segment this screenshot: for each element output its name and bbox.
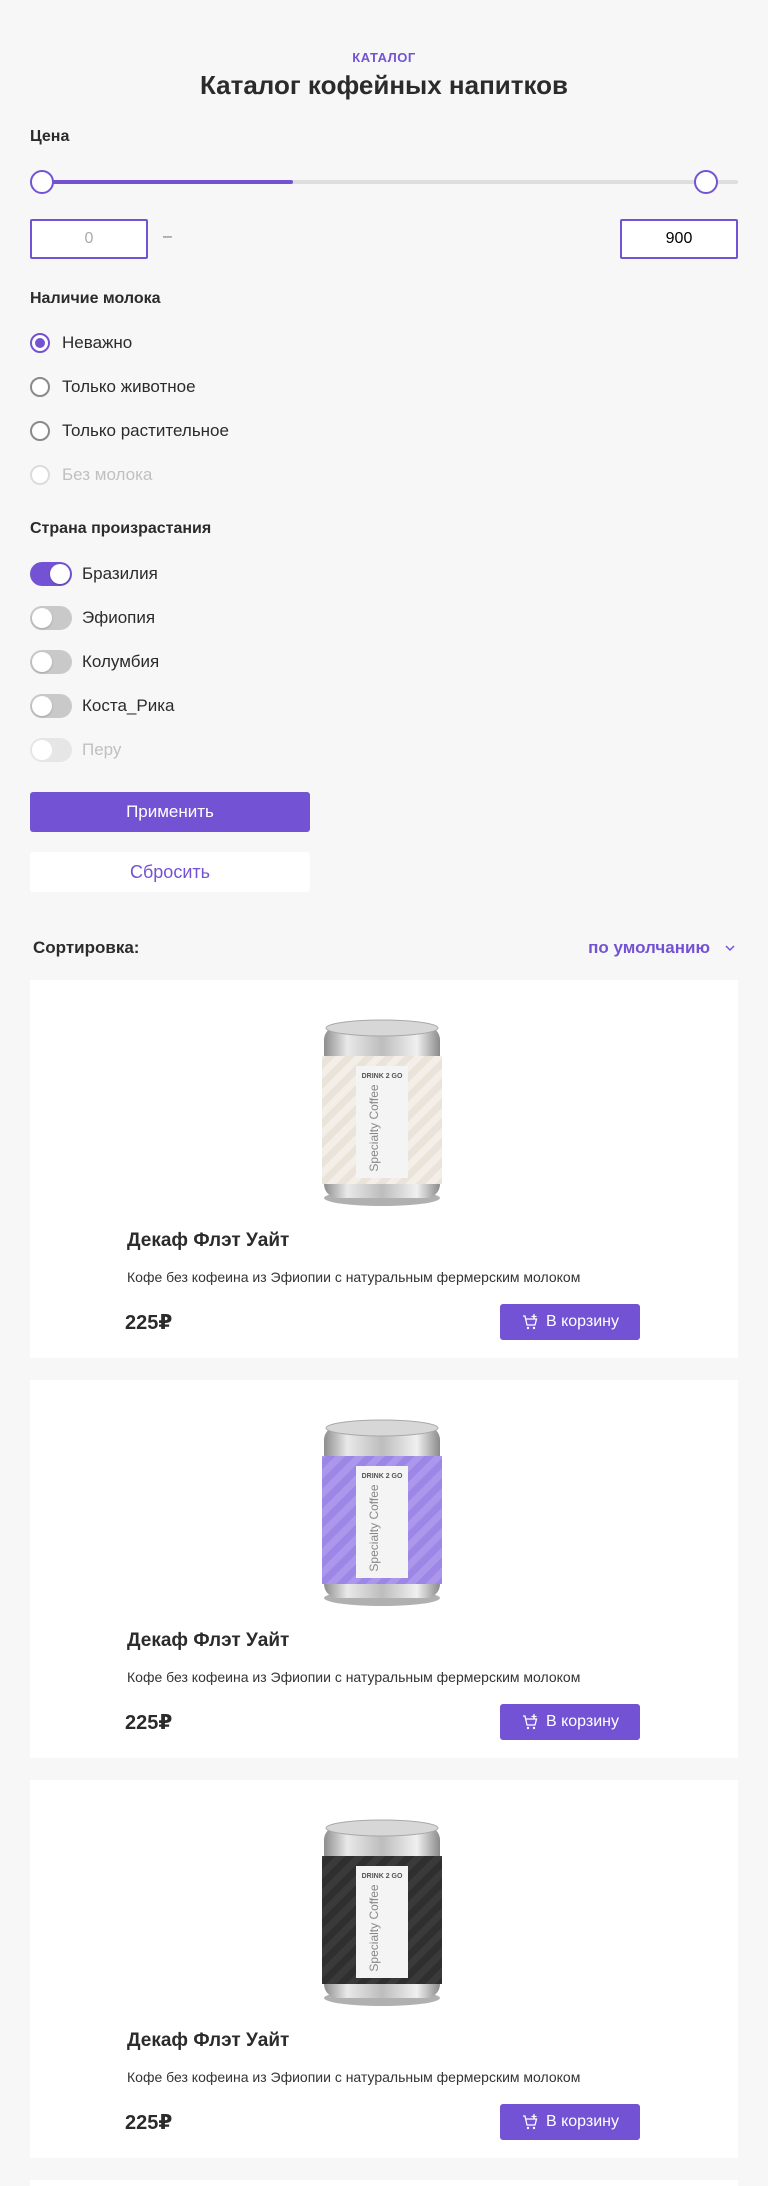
chevron-down-icon <box>725 945 735 952</box>
country-label: Коста_Рика <box>82 696 175 715</box>
radio-button[interactable] <box>30 377 50 397</box>
add-to-cart-label: В корзину <box>545 2113 620 2130</box>
milk-option-plant[interactable]: Только растительное <box>30 418 229 444</box>
price-filter-title: Цена <box>30 128 70 145</box>
country-toggle-colombia[interactable]: Колумбия <box>30 649 159 675</box>
toggle-switch[interactable] <box>30 606 72 630</box>
can-brand-text: DRINK 2 GO <box>362 1473 403 1480</box>
product-price: 225₽ <box>125 1712 173 1734</box>
product-image: DRINK 2 GO Specialty Coffee <box>322 1019 442 1206</box>
country-toggle-peru: Перу <box>30 737 121 763</box>
cart-plus-icon <box>522 1714 538 1730</box>
product-card: DRINK 2 GO Specialty Coffee Декаф Флэт У… <box>30 980 738 1358</box>
product-image: DRINK 2 GO Specialty Coffee <box>322 1419 442 1606</box>
slider-fill <box>42 180 293 184</box>
price-min-input[interactable] <box>30 219 148 259</box>
add-to-cart-label: В корзину <box>545 1313 620 1330</box>
cart-plus-icon <box>522 1314 538 1330</box>
can-label-text: Specialty Coffee <box>367 1484 381 1571</box>
milk-filter-title: Наличие молока <box>30 290 161 307</box>
country-label: Эфиопия <box>82 608 156 627</box>
sort-dropdown[interactable]: по умолчанию <box>588 938 736 958</box>
add-to-cart-button[interactable]: В корзину <box>500 2104 640 2140</box>
product-description: Кофе без кофеина из Эфиопии с натуральны… <box>127 1269 581 1285</box>
price-range-slider[interactable] <box>30 170 738 194</box>
country-label: Колумбия <box>82 652 160 671</box>
milk-option-label: Неважно <box>62 333 133 352</box>
country-filter-title: Страна произрастания <box>30 520 212 537</box>
can-label-text: Specialty Coffee <box>367 1084 381 1171</box>
slider-min-thumb[interactable] <box>30 170 54 194</box>
product-name: Декаф Флэт Уайт <box>127 2030 290 2051</box>
country-label: Перу <box>82 740 122 759</box>
add-to-cart-label: В корзину <box>545 1713 620 1730</box>
apply-filters-button[interactable]: Применить <box>30 792 310 832</box>
product-price: 225₽ <box>125 1312 173 1334</box>
country-toggle-ethiopia[interactable]: Эфиопия <box>30 605 155 631</box>
milk-option-label: Только растительное <box>62 421 229 440</box>
can-label-text: Specialty Coffee <box>367 1884 381 1971</box>
milk-option-any[interactable]: Неважно <box>30 330 132 356</box>
country-toggle-brazil[interactable]: Бразилия <box>30 561 158 587</box>
product-card-next <box>30 2180 738 2186</box>
page-title: Каталог кофейных напитков <box>199 70 569 100</box>
add-to-cart-button[interactable]: В корзину <box>500 1704 640 1740</box>
toggle-switch[interactable] <box>30 562 72 586</box>
can-brand-text: DRINK 2 GO <box>362 1073 403 1080</box>
milk-option-none: Без молока <box>30 462 152 488</box>
sort-value: по умолчанию <box>588 938 710 957</box>
add-to-cart-button[interactable]: В корзину <box>500 1304 640 1340</box>
slider-max-thumb[interactable] <box>694 170 718 194</box>
product-description: Кофе без кофеина из Эфиопии с натуральны… <box>127 2069 581 2085</box>
milk-option-animal[interactable]: Только животное <box>30 374 196 400</box>
milk-option-label: Без молока <box>62 465 153 484</box>
cart-plus-icon <box>522 2114 538 2130</box>
radio-button[interactable] <box>30 421 50 441</box>
sort-label: Сортировка: <box>33 938 140 957</box>
product-image: DRINK 2 GO Specialty Coffee <box>322 1819 442 2006</box>
reset-filters-button[interactable]: Сбросить <box>30 852 310 892</box>
radio-button[interactable] <box>30 333 50 353</box>
product-name: Декаф Флэт Уайт <box>127 1230 290 1251</box>
milk-option-label: Только животное <box>62 377 196 396</box>
country-label: Бразилия <box>82 564 158 583</box>
toggle-switch[interactable] <box>30 694 72 718</box>
price-separator: – <box>163 228 172 245</box>
toggle-switch <box>30 738 72 762</box>
country-toggle-costa-rica[interactable]: Коста_Рика <box>30 693 174 719</box>
product-description: Кофе без кофеина из Эфиопии с натуральны… <box>127 1669 581 1685</box>
product-price: 225₽ <box>125 2112 173 2134</box>
toggle-switch[interactable] <box>30 650 72 674</box>
can-brand-text: DRINK 2 GO <box>362 1873 403 1880</box>
price-max-input[interactable] <box>620 219 738 259</box>
catalog-page: КАТАЛОГ Каталог кофейных напитков Цена –… <box>0 0 768 2186</box>
product-name: Декаф Флэт Уайт <box>127 1630 290 1651</box>
product-card: DRINK 2 GO Specialty Coffee Декаф Флэт У… <box>30 1780 738 2158</box>
radio-button <box>30 465 50 485</box>
page-eyebrow: КАТАЛОГ <box>352 50 416 65</box>
product-card: DRINK 2 GO Specialty Coffee Декаф Флэт У… <box>30 1380 738 1758</box>
